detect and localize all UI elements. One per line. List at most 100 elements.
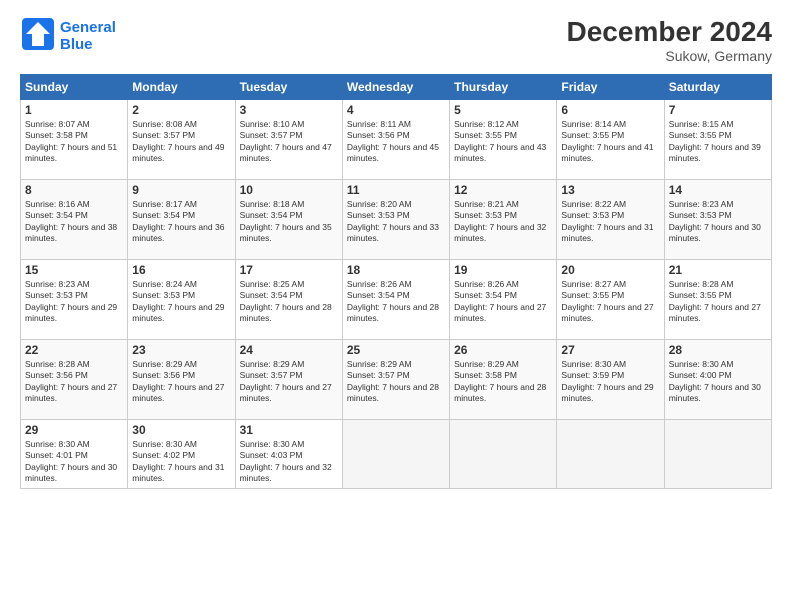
day-number: 26 xyxy=(454,343,552,357)
calendar-cell: 15 Sunrise: 8:23 AM Sunset: 3:53 PM Dayl… xyxy=(21,260,128,340)
calendar-cell: 9 Sunrise: 8:17 AM Sunset: 3:54 PM Dayli… xyxy=(128,180,235,260)
calendar-cell: 27 Sunrise: 8:30 AM Sunset: 3:59 PM Dayl… xyxy=(557,340,664,420)
day-number: 16 xyxy=(132,263,230,277)
day-number: 27 xyxy=(561,343,659,357)
day-number: 15 xyxy=(25,263,123,277)
day-info: Sunrise: 8:30 AM Sunset: 4:02 PM Dayligh… xyxy=(132,439,230,485)
day-of-week-header: Thursday xyxy=(450,75,557,100)
logo-text-blue: Blue xyxy=(60,37,116,54)
day-number: 13 xyxy=(561,183,659,197)
day-info: Sunrise: 8:29 AM Sunset: 3:58 PM Dayligh… xyxy=(454,359,552,405)
day-number: 31 xyxy=(240,423,338,437)
day-info: Sunrise: 8:26 AM Sunset: 3:54 PM Dayligh… xyxy=(347,279,445,325)
day-number: 8 xyxy=(25,183,123,197)
calendar-row: 15 Sunrise: 8:23 AM Sunset: 3:53 PM Dayl… xyxy=(21,260,772,340)
logo: General Blue xyxy=(20,16,116,57)
calendar-cell: 28 Sunrise: 8:30 AM Sunset: 4:00 PM Dayl… xyxy=(664,340,771,420)
calendar-cell: 23 Sunrise: 8:29 AM Sunset: 3:56 PM Dayl… xyxy=(128,340,235,420)
day-number: 29 xyxy=(25,423,123,437)
day-info: Sunrise: 8:28 AM Sunset: 3:55 PM Dayligh… xyxy=(669,279,767,325)
day-info: Sunrise: 8:29 AM Sunset: 3:57 PM Dayligh… xyxy=(347,359,445,405)
day-number: 22 xyxy=(25,343,123,357)
calendar-cell: 29 Sunrise: 8:30 AM Sunset: 4:01 PM Dayl… xyxy=(21,420,128,489)
calendar-cell: 14 Sunrise: 8:23 AM Sunset: 3:53 PM Dayl… xyxy=(664,180,771,260)
calendar-cell xyxy=(557,420,664,489)
day-info: Sunrise: 8:20 AM Sunset: 3:53 PM Dayligh… xyxy=(347,199,445,245)
day-info: Sunrise: 8:11 AM Sunset: 3:56 PM Dayligh… xyxy=(347,119,445,165)
day-number: 21 xyxy=(669,263,767,277)
day-number: 14 xyxy=(669,183,767,197)
day-info: Sunrise: 8:27 AM Sunset: 3:55 PM Dayligh… xyxy=(561,279,659,325)
calendar-table: SundayMondayTuesdayWednesdayThursdayFrid… xyxy=(20,74,772,489)
day-info: Sunrise: 8:30 AM Sunset: 4:00 PM Dayligh… xyxy=(669,359,767,405)
calendar-cell: 17 Sunrise: 8:25 AM Sunset: 3:54 PM Dayl… xyxy=(235,260,342,340)
calendar-cell: 25 Sunrise: 8:29 AM Sunset: 3:57 PM Dayl… xyxy=(342,340,449,420)
calendar-cell: 22 Sunrise: 8:28 AM Sunset: 3:56 PM Dayl… xyxy=(21,340,128,420)
day-info: Sunrise: 8:22 AM Sunset: 3:53 PM Dayligh… xyxy=(561,199,659,245)
day-info: Sunrise: 8:23 AM Sunset: 3:53 PM Dayligh… xyxy=(669,199,767,245)
calendar-cell: 10 Sunrise: 8:18 AM Sunset: 3:54 PM Dayl… xyxy=(235,180,342,260)
day-number: 23 xyxy=(132,343,230,357)
calendar-cell: 21 Sunrise: 8:28 AM Sunset: 3:55 PM Dayl… xyxy=(664,260,771,340)
day-info: Sunrise: 8:16 AM Sunset: 3:54 PM Dayligh… xyxy=(25,199,123,245)
calendar-cell: 7 Sunrise: 8:15 AM Sunset: 3:55 PM Dayli… xyxy=(664,100,771,180)
calendar-cell: 5 Sunrise: 8:12 AM Sunset: 3:55 PM Dayli… xyxy=(450,100,557,180)
day-info: Sunrise: 8:25 AM Sunset: 3:54 PM Dayligh… xyxy=(240,279,338,325)
calendar-row: 8 Sunrise: 8:16 AM Sunset: 3:54 PM Dayli… xyxy=(21,180,772,260)
day-of-week-header: Saturday xyxy=(664,75,771,100)
day-info: Sunrise: 8:29 AM Sunset: 3:56 PM Dayligh… xyxy=(132,359,230,405)
calendar-cell: 13 Sunrise: 8:22 AM Sunset: 3:53 PM Dayl… xyxy=(557,180,664,260)
calendar-cell: 2 Sunrise: 8:08 AM Sunset: 3:57 PM Dayli… xyxy=(128,100,235,180)
day-number: 10 xyxy=(240,183,338,197)
location: Sukow, Germany xyxy=(567,48,772,64)
day-number: 3 xyxy=(240,103,338,117)
calendar-row: 1 Sunrise: 8:07 AM Sunset: 3:58 PM Dayli… xyxy=(21,100,772,180)
calendar-cell: 26 Sunrise: 8:29 AM Sunset: 3:58 PM Dayl… xyxy=(450,340,557,420)
logo-icon xyxy=(20,16,56,52)
calendar-cell: 19 Sunrise: 8:26 AM Sunset: 3:54 PM Dayl… xyxy=(450,260,557,340)
day-of-week-header: Monday xyxy=(128,75,235,100)
calendar-row: 22 Sunrise: 8:28 AM Sunset: 3:56 PM Dayl… xyxy=(21,340,772,420)
calendar-cell: 31 Sunrise: 8:30 AM Sunset: 4:03 PM Dayl… xyxy=(235,420,342,489)
calendar-cell: 18 Sunrise: 8:26 AM Sunset: 3:54 PM Dayl… xyxy=(342,260,449,340)
title-block: December 2024 Sukow, Germany xyxy=(567,16,772,64)
day-info: Sunrise: 8:24 AM Sunset: 3:53 PM Dayligh… xyxy=(132,279,230,325)
day-number: 30 xyxy=(132,423,230,437)
day-info: Sunrise: 8:14 AM Sunset: 3:55 PM Dayligh… xyxy=(561,119,659,165)
day-number: 1 xyxy=(25,103,123,117)
day-info: Sunrise: 8:28 AM Sunset: 3:56 PM Dayligh… xyxy=(25,359,123,405)
day-info: Sunrise: 8:26 AM Sunset: 3:54 PM Dayligh… xyxy=(454,279,552,325)
day-info: Sunrise: 8:08 AM Sunset: 3:57 PM Dayligh… xyxy=(132,119,230,165)
calendar-cell: 24 Sunrise: 8:29 AM Sunset: 3:57 PM Dayl… xyxy=(235,340,342,420)
day-info: Sunrise: 8:30 AM Sunset: 4:01 PM Dayligh… xyxy=(25,439,123,485)
day-number: 6 xyxy=(561,103,659,117)
day-info: Sunrise: 8:23 AM Sunset: 3:53 PM Dayligh… xyxy=(25,279,123,325)
day-of-week-header: Wednesday xyxy=(342,75,449,100)
calendar-row: 29 Sunrise: 8:30 AM Sunset: 4:01 PM Dayl… xyxy=(21,420,772,489)
day-info: Sunrise: 8:30 AM Sunset: 4:03 PM Dayligh… xyxy=(240,439,338,485)
header: General Blue December 2024 Sukow, German… xyxy=(20,16,772,64)
calendar-cell: 11 Sunrise: 8:20 AM Sunset: 3:53 PM Dayl… xyxy=(342,180,449,260)
day-number: 11 xyxy=(347,183,445,197)
calendar-cell: 8 Sunrise: 8:16 AM Sunset: 3:54 PM Dayli… xyxy=(21,180,128,260)
day-number: 7 xyxy=(669,103,767,117)
day-number: 4 xyxy=(347,103,445,117)
day-number: 19 xyxy=(454,263,552,277)
calendar-cell: 6 Sunrise: 8:14 AM Sunset: 3:55 PM Dayli… xyxy=(557,100,664,180)
calendar-cell xyxy=(342,420,449,489)
day-number: 28 xyxy=(669,343,767,357)
calendar-cell xyxy=(450,420,557,489)
day-number: 24 xyxy=(240,343,338,357)
day-info: Sunrise: 8:17 AM Sunset: 3:54 PM Dayligh… xyxy=(132,199,230,245)
day-of-week-header: Sunday xyxy=(21,75,128,100)
month-title: December 2024 xyxy=(567,16,772,48)
calendar-cell: 20 Sunrise: 8:27 AM Sunset: 3:55 PM Dayl… xyxy=(557,260,664,340)
day-info: Sunrise: 8:29 AM Sunset: 3:57 PM Dayligh… xyxy=(240,359,338,405)
day-number: 12 xyxy=(454,183,552,197)
day-of-week-header: Friday xyxy=(557,75,664,100)
day-number: 2 xyxy=(132,103,230,117)
day-number: 9 xyxy=(132,183,230,197)
day-info: Sunrise: 8:07 AM Sunset: 3:58 PM Dayligh… xyxy=(25,119,123,165)
day-info: Sunrise: 8:18 AM Sunset: 3:54 PM Dayligh… xyxy=(240,199,338,245)
day-info: Sunrise: 8:21 AM Sunset: 3:53 PM Dayligh… xyxy=(454,199,552,245)
